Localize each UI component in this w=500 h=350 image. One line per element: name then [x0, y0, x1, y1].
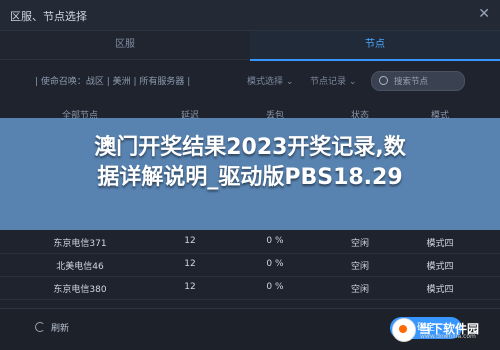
refresh-icon: [35, 322, 45, 332]
banner-line-2: 据详解说明_驱动版PBS18.29: [97, 165, 403, 190]
tab-bar: 区服 节点: [0, 31, 500, 61]
logo-subtext: www.downxia.com: [420, 333, 476, 340]
node-record-dropdown[interactable]: 节点记录 ⌄: [310, 74, 356, 87]
cell-mode: 模式四: [426, 285, 454, 295]
tab-server[interactable]: 区服: [0, 31, 250, 59]
refresh-button[interactable]: 刷新: [35, 321, 69, 334]
banner-text: 澳门开奖结果2023开奖记录,数 据详解说明_驱动版PBS18.29: [0, 133, 500, 193]
mode-select-dropdown[interactable]: 模式选择 ⌄: [247, 74, 293, 87]
table-row[interactable]: 东京电信380 12 0 % 空闲 模式四: [0, 276, 500, 300]
filter-bar: | 使命召唤：战区 | 美洲 | 所有服务器 | 模式选择 ⌄ 节点记录 ⌄ 搜…: [0, 68, 500, 94]
cell-latency: 12: [184, 236, 196, 246]
search-placeholder: 搜索节点: [394, 77, 429, 87]
refresh-label: 刷新: [51, 324, 70, 334]
tab-node[interactable]: 节点: [250, 31, 500, 61]
cell-mode: 模式四: [426, 239, 454, 249]
cell-node: 东京电信380: [53, 285, 107, 295]
cell-latency: 12: [184, 282, 196, 292]
cell-mode: 模式四: [426, 262, 454, 272]
cell-status: 空闲: [350, 239, 369, 249]
cell-latency: 12: [184, 259, 196, 269]
cell-loss: 0 %: [266, 236, 284, 246]
cell-node: 北美电信46: [56, 262, 104, 272]
chevron-down-icon: ⌄: [348, 77, 357, 87]
mode-select-label: 模式选择: [247, 77, 284, 87]
table-row[interactable]: 东京电信371 12 0 % 空闲 模式四: [0, 230, 500, 254]
cell-status: 空闲: [350, 285, 369, 295]
window-title: 区服、节点选择: [10, 10, 87, 23]
search-icon: [379, 76, 388, 85]
footer-bar: 刷新 确定 当下软件园 www.downxia.com: [0, 308, 500, 350]
table-row[interactable]: 北美电信46 12 0 % 空闲 模式四: [0, 253, 500, 277]
region-breadcrumb: | 使命召唤：战区 | 美洲 | 所有服务器 |: [35, 77, 191, 87]
cell-status: 空闲: [350, 262, 369, 272]
node-record-label: 节点记录: [310, 77, 347, 87]
logo-icon: [392, 318, 416, 342]
search-input[interactable]: 搜索节点: [371, 71, 465, 91]
chevron-down-icon: ⌄: [285, 77, 294, 87]
banner-line-1: 澳门开奖结果2023开奖记录,数: [94, 135, 406, 160]
watermark-logo: 当下软件园 www.downxia.com: [392, 318, 490, 342]
cell-loss: 0 %: [266, 259, 284, 269]
cell-loss: 0 %: [266, 282, 284, 292]
title-bar: 区服、节点选择 ✕: [0, 0, 500, 31]
node-select-window: 区服、节点选择 ✕ 区服 节点 | 使命召唤：战区 | 美洲 | 所有服务器 |…: [0, 0, 500, 350]
cell-node: 东京电信371: [53, 239, 107, 249]
close-icon[interactable]: ✕: [478, 6, 490, 22]
